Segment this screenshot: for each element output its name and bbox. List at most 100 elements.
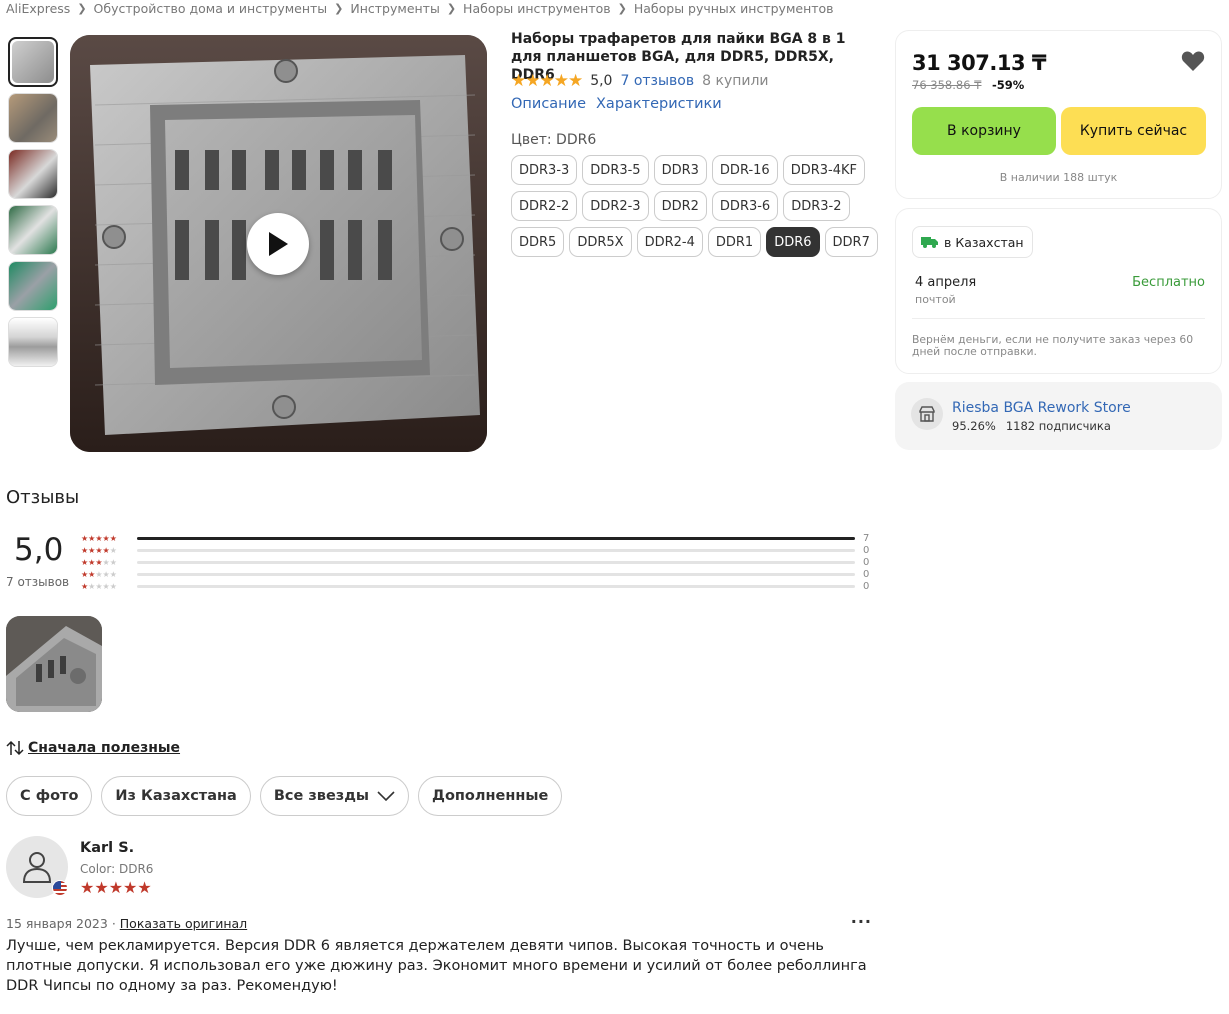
wishlist-heart-icon[interactable] xyxy=(1181,50,1205,72)
stock-info: В наличии 188 штук xyxy=(999,171,1118,184)
filter-with-photo[interactable]: С фото xyxy=(6,776,93,816)
histogram-row: ★★★★★ 0 xyxy=(81,568,876,580)
variant-selector: DDR3-3 DDR3-5 DDR3 DDR-16 DDR3-4KF DDR2-… xyxy=(511,155,878,263)
histogram-row: ★★★★★ 0 xyxy=(81,556,876,568)
product-rating: ★★★★★ 5,0 7 отзывов 8 купили xyxy=(511,71,769,91)
reviews-heading: Отзывы xyxy=(6,487,80,508)
filter-from-kazakhstan[interactable]: Из Казахстана xyxy=(101,776,251,816)
thumbnail[interactable] xyxy=(8,93,58,143)
review-author: Karl S. xyxy=(80,840,135,856)
store-followers: 1182 подписчика xyxy=(1005,419,1111,433)
shipping-destination-chip[interactable]: в Казахстан xyxy=(912,226,1033,258)
histogram-row: ★★★★★ 0 xyxy=(81,544,876,556)
variant-option[interactable]: DDR3-6 xyxy=(711,191,779,221)
tab-description[interactable]: Описание xyxy=(511,96,586,112)
play-video-button[interactable] xyxy=(247,213,309,275)
us-flag-icon xyxy=(52,880,68,896)
rating-histogram: ★★★★★ 7 ★★★★★ 0 ★★★★★ 0 ★★★★★ 0 ★★★★★ 0 xyxy=(81,532,876,592)
add-to-cart-button[interactable]: В корзину xyxy=(912,107,1056,155)
breadcrumb-item[interactable]: Обустройство дома и инструменты xyxy=(94,1,328,16)
variant-option[interactable]: DDR3-2 xyxy=(783,191,850,221)
sort-label: Сначала полезные xyxy=(28,740,181,756)
review-photo[interactable] xyxy=(6,616,102,712)
variant-option[interactable]: DDR3-5 xyxy=(582,155,649,185)
thumbnail-list xyxy=(8,37,58,373)
more-options-icon[interactable]: ··· xyxy=(851,912,872,931)
discount-badge: -59% xyxy=(992,78,1025,92)
thumbnail[interactable] xyxy=(8,317,58,367)
show-original-link[interactable]: Показать оригинал xyxy=(120,916,247,931)
delivery-method: почтой xyxy=(915,293,956,306)
review-filters: С фото Из Казахстана Все звезды Дополнен… xyxy=(6,776,571,816)
variant-option[interactable]: DDR-16 xyxy=(711,155,778,185)
histogram-bar xyxy=(137,572,855,576)
chevron-down-icon xyxy=(377,791,395,801)
breadcrumb: AliExpress ❯ Обустройство дома и инструм… xyxy=(6,0,834,16)
sort-control[interactable]: Сначала полезные xyxy=(6,740,180,756)
thumbnail[interactable] xyxy=(8,37,58,87)
variant-option[interactable]: DDR2 xyxy=(653,191,707,221)
thumbnail[interactable] xyxy=(8,205,58,255)
filter-updated[interactable]: Дополненные xyxy=(418,776,563,816)
rating-stars-icon: ★★★★★ xyxy=(511,71,583,91)
product-main-image[interactable] xyxy=(70,35,487,452)
variant-option[interactable]: DDR5X xyxy=(569,227,632,257)
review-date: 15 января 2023 xyxy=(6,916,108,931)
store-icon xyxy=(911,398,943,430)
store-card[interactable]: Riesba BGA Rework Store 95.26% 1182 подпи… xyxy=(895,382,1222,450)
sold-count: 8 купили xyxy=(702,73,769,89)
variant-option[interactable]: DDR3 xyxy=(653,155,707,185)
histogram-stars-icon: ★★★★★ xyxy=(81,557,117,567)
breadcrumb-item[interactable]: Наборы инструментов xyxy=(463,1,611,16)
delivery-date: 4 апреля xyxy=(915,275,977,290)
histogram-stars-icon: ★★★★★ xyxy=(81,569,117,579)
tab-specifications[interactable]: Характеристики xyxy=(596,96,722,112)
review-meta: 15 января 2023 · Показать оригинал xyxy=(6,916,248,931)
chevron-right-icon: ❯ xyxy=(77,1,87,15)
filter-all-stars-label: Все звезды xyxy=(273,788,370,804)
reviews-count: 7 отзывов xyxy=(6,575,70,589)
color-label: Цвет: DDR6 xyxy=(511,132,597,148)
reviews-link[interactable]: 7 отзывов xyxy=(620,73,694,89)
variant-option-selected[interactable]: DDR6 xyxy=(766,227,820,257)
old-price: 76 358.86 ₸ xyxy=(912,78,982,92)
breadcrumb-item[interactable]: Наборы ручных инструментов xyxy=(634,1,834,16)
buy-now-button[interactable]: Купить сейчас xyxy=(1061,107,1206,155)
sort-icon xyxy=(6,740,24,756)
variant-option[interactable]: DDR5 xyxy=(511,227,565,257)
histogram-count: 0 xyxy=(863,544,870,556)
user-icon xyxy=(22,852,52,883)
shipping-destination: в Казахстан xyxy=(944,234,1024,250)
average-rating: 5,0 xyxy=(14,532,64,568)
histogram-bar-fill xyxy=(137,536,855,540)
variant-option[interactable]: DDR2-3 xyxy=(582,191,649,221)
refund-guarantee-note: Вернём деньги, если не получите заказ че… xyxy=(912,333,1194,358)
play-icon xyxy=(269,232,288,256)
thumbnail[interactable] xyxy=(8,261,58,311)
review-stars-icon: ★★★★★ xyxy=(80,878,152,897)
chevron-right-icon: ❯ xyxy=(446,1,457,15)
store-name[interactable]: Riesba BGA Rework Store xyxy=(952,400,1131,416)
review-photo-image xyxy=(6,616,102,712)
chevron-right-icon: ❯ xyxy=(334,1,344,15)
breadcrumb-item[interactable]: Инструменты xyxy=(350,1,439,16)
variant-option[interactable]: DDR2-4 xyxy=(636,227,703,257)
histogram-count: 0 xyxy=(863,556,870,568)
histogram-stars-icon: ★★★★★ xyxy=(81,533,117,543)
thumbnail[interactable] xyxy=(8,149,58,199)
variant-option[interactable]: DDR2-2 xyxy=(511,191,578,221)
variant-option[interactable]: DDR7 xyxy=(824,227,878,257)
histogram-count: 7 xyxy=(863,532,870,544)
chevron-right-icon: ❯ xyxy=(617,1,627,15)
store-rating: 95.26% xyxy=(952,419,996,433)
histogram-bar xyxy=(137,548,855,552)
variant-option[interactable]: DDR3-3 xyxy=(511,155,578,185)
breadcrumb-item[interactable]: AliExpress xyxy=(6,1,70,16)
variant-option[interactable]: DDR3-4KF xyxy=(782,155,865,185)
histogram-row: ★★★★★ 7 xyxy=(81,532,876,544)
filter-all-stars[interactable]: Все звезды xyxy=(259,776,410,816)
variant-option[interactable]: DDR1 xyxy=(707,227,762,257)
divider xyxy=(912,318,1205,319)
histogram-count: 0 xyxy=(863,580,870,592)
shipping-price: Бесплатно xyxy=(1132,275,1205,290)
